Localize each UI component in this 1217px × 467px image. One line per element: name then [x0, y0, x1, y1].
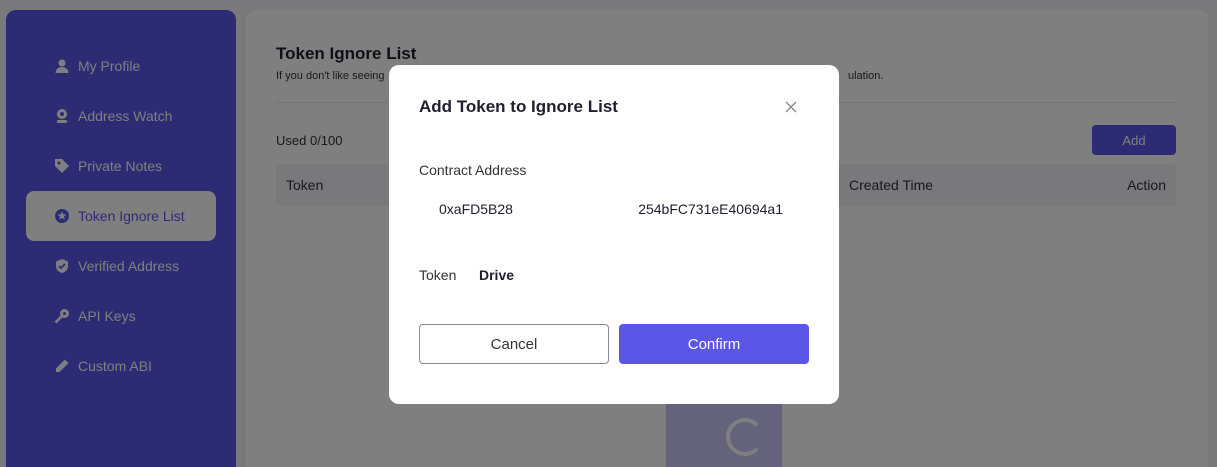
- confirm-button[interactable]: Confirm: [619, 324, 809, 364]
- contract-address-start: 0xaFD5B28: [439, 201, 513, 217]
- contract-address-label: Contract Address: [419, 162, 527, 178]
- cancel-button[interactable]: Cancel: [419, 324, 609, 364]
- contract-address-end: 254bFC731eE40694a1: [638, 201, 783, 217]
- token-value: Drive: [479, 267, 515, 283]
- app-root: My Profile Address Watch Private Notes T…: [0, 0, 1217, 467]
- contract-address-input[interactable]: 0xaFD5B28 254bFC731eE40694a1: [419, 193, 809, 225]
- add-token-modal: Add Token to Ignore List Contract Addres…: [389, 65, 839, 404]
- close-icon: [785, 101, 797, 113]
- close-button[interactable]: [781, 97, 801, 117]
- modal-title: Add Token to Ignore List: [419, 97, 618, 116]
- token-label: Token: [419, 267, 457, 283]
